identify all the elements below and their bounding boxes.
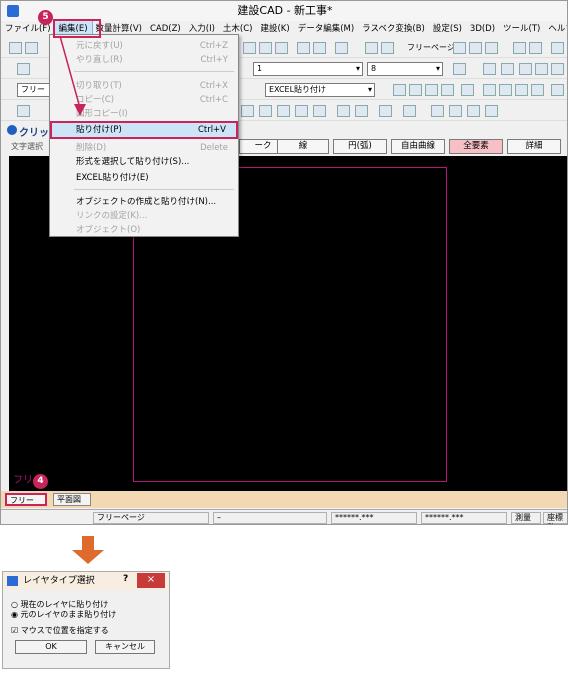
cancel-button[interactable]: キャンセル — [95, 640, 155, 654]
help-icon[interactable]: ? — [123, 574, 128, 584]
radio-current-layer[interactable]: ○ 現在のレイヤに貼り付け — [11, 600, 108, 610]
down-arrow-shaft — [82, 536, 94, 550]
down-arrow-head — [72, 550, 104, 564]
menu-pointer-line — [59, 35, 81, 109]
close-button[interactable]: × — [137, 573, 165, 588]
step-badge-4: 4 — [33, 474, 48, 489]
menu-pointer-head — [74, 104, 86, 116]
ok-button[interactable]: OK — [15, 640, 87, 654]
radio-original-layer[interactable]: ◉ 元のレイヤのまま貼り付け — [11, 610, 116, 620]
checkbox-mouse-position[interactable]: ☑ マウスで位置を指定する — [11, 626, 109, 636]
layer-type-dialog: レイヤタイプ選択 ? × ○ 現在のレイヤに貼り付け ◉ 元のレイヤのまま貼り付… — [2, 571, 170, 669]
dialog-icon — [7, 576, 18, 586]
step-badge-5: 5 — [38, 10, 53, 25]
dialog-body: ○ 現在のレイヤに貼り付け ◉ 元のレイヤのまま貼り付け ☑ マウスで位置を指定… — [3, 590, 169, 668]
